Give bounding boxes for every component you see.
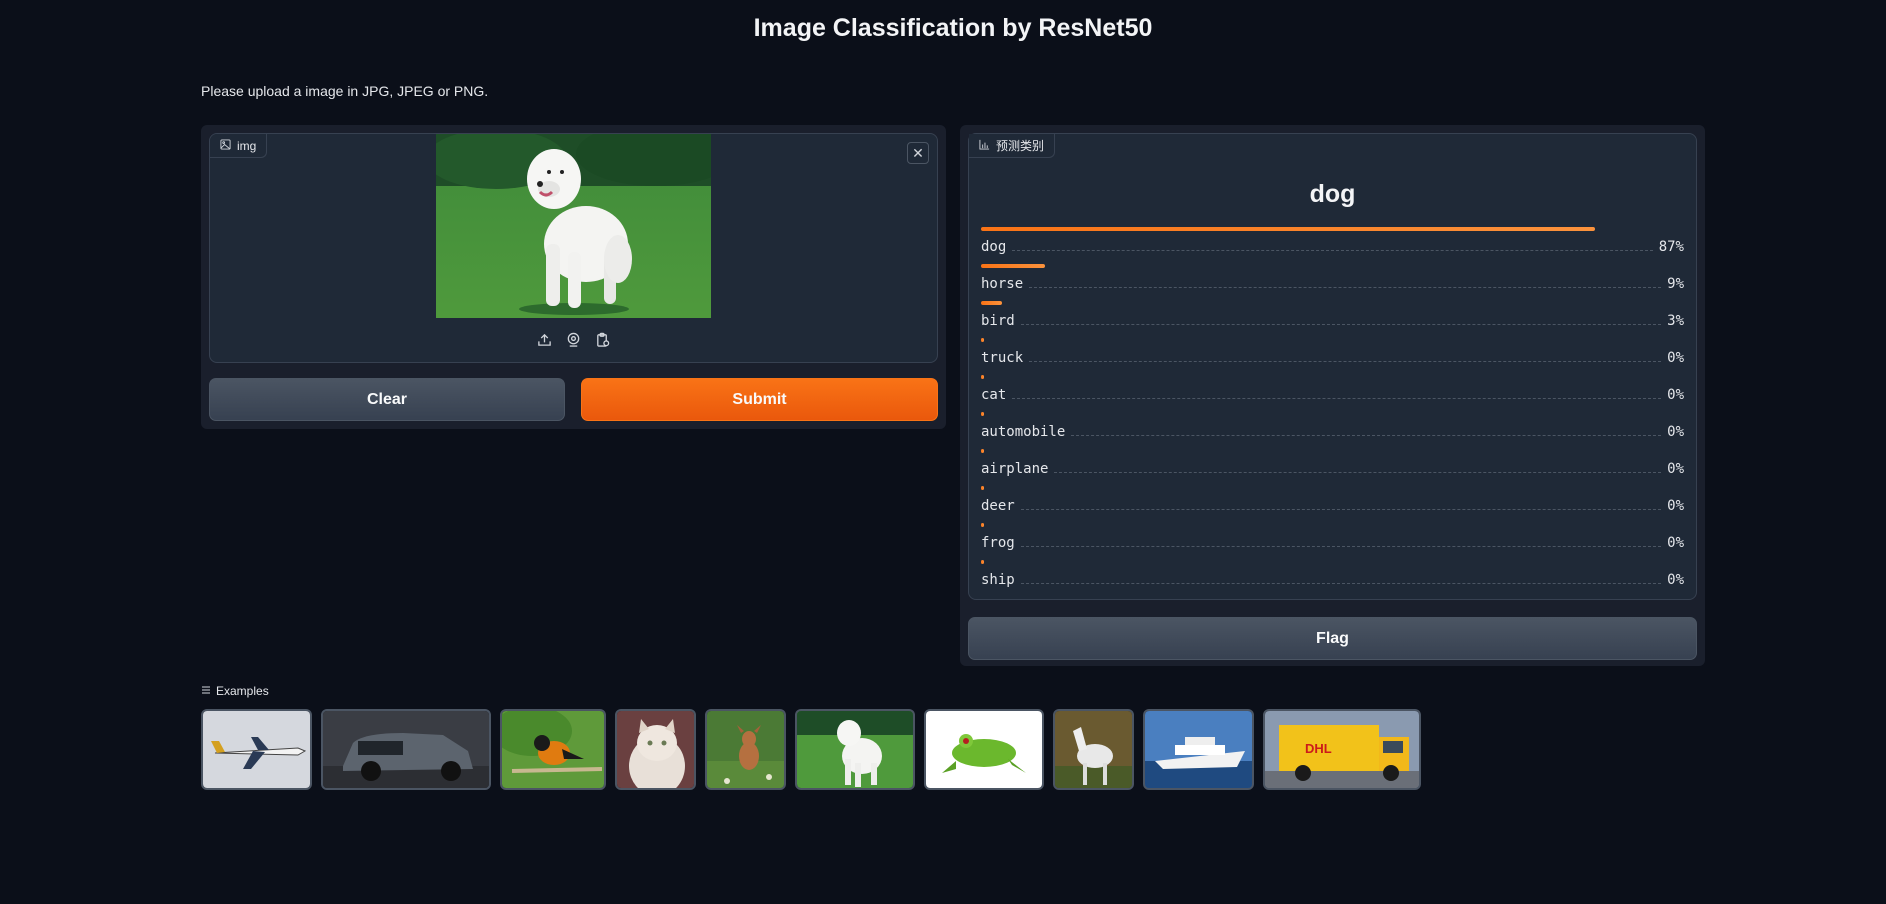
confidence-leader bbox=[1020, 323, 1662, 325]
confidence-leader bbox=[1071, 434, 1662, 436]
flag-button[interactable]: Flag bbox=[968, 617, 1697, 660]
page-title: Image Classification by ResNet50 bbox=[753, 14, 1153, 42]
input-panel: img ✕ Clear Submit bbox=[201, 125, 946, 429]
confidence-value: 0% bbox=[1667, 461, 1684, 477]
confidence-value: 87% bbox=[1658, 239, 1684, 255]
confidence-label: dog bbox=[981, 239, 1007, 255]
confidence-line: deer 0% bbox=[981, 496, 1684, 516]
confidence-bar bbox=[981, 227, 1595, 231]
submit-button[interactable]: Submit bbox=[581, 378, 938, 421]
label-output-label-text: 预测类别 bbox=[996, 139, 1045, 153]
confidence-line: frog 0% bbox=[981, 533, 1684, 553]
example-bird[interactable] bbox=[500, 709, 606, 790]
confidence-label: horse bbox=[981, 276, 1024, 292]
confidence-leader bbox=[1020, 545, 1662, 547]
confidence-row: dog 87% bbox=[981, 227, 1684, 264]
example-frog[interactable] bbox=[924, 709, 1044, 790]
confidence-line: bird 3% bbox=[981, 311, 1684, 331]
confidence-line: automobile 0% bbox=[981, 422, 1684, 442]
example-airplane[interactable] bbox=[201, 709, 312, 790]
image-source-toolbar bbox=[210, 331, 937, 348]
example-horse[interactable] bbox=[1053, 709, 1134, 790]
example-ship[interactable] bbox=[1143, 709, 1254, 790]
upload-icon[interactable] bbox=[536, 331, 553, 348]
image-icon bbox=[220, 138, 231, 153]
confidence-line: horse 9% bbox=[981, 274, 1684, 294]
example-truck[interactable]: DHL bbox=[1263, 709, 1421, 790]
example-automobile[interactable] bbox=[321, 709, 491, 790]
confidence-value: 9% bbox=[1667, 276, 1684, 292]
clipboard-icon[interactable] bbox=[594, 331, 611, 348]
confidence-row: frog 0% bbox=[981, 523, 1684, 560]
webcam-icon[interactable] bbox=[565, 331, 582, 348]
clear-button[interactable]: Clear bbox=[209, 378, 565, 421]
confidence-bar bbox=[981, 412, 984, 416]
image-input-label: img bbox=[210, 134, 268, 158]
confidence-label: frog bbox=[981, 535, 1015, 551]
label-output: 预测类别 dog dog 87% horse 9% bird 3% truck 0% cat 0%… bbox=[968, 133, 1697, 600]
confidence-list: dog 87% horse 9% bird 3% truck 0% cat 0% automobil… bbox=[981, 227, 1684, 597]
confidence-leader bbox=[1012, 249, 1653, 251]
confidence-bar bbox=[981, 264, 1045, 268]
bar-chart-icon bbox=[979, 139, 990, 153]
list-icon bbox=[201, 684, 211, 698]
example-cat[interactable] bbox=[615, 709, 696, 790]
confidence-leader bbox=[1012, 397, 1662, 399]
confidence-bar bbox=[981, 375, 984, 379]
confidence-row: bird 3% bbox=[981, 301, 1684, 338]
confidence-leader bbox=[1054, 471, 1662, 473]
confidence-value: 0% bbox=[1667, 572, 1684, 588]
confidence-bar bbox=[981, 301, 1002, 305]
confidence-leader bbox=[1029, 286, 1662, 288]
confidence-bar bbox=[981, 560, 984, 564]
confidence-row: ship 0% bbox=[981, 560, 1684, 597]
confidence-label: automobile bbox=[981, 424, 1066, 440]
confidence-value: 0% bbox=[1667, 350, 1684, 366]
confidence-bar bbox=[981, 486, 984, 490]
confidence-bar bbox=[981, 449, 984, 453]
confidence-value: 0% bbox=[1667, 387, 1684, 403]
close-icon[interactable]: ✕ bbox=[907, 142, 929, 164]
image-input-label-text: img bbox=[237, 138, 257, 153]
confidence-line: ship 0% bbox=[981, 570, 1684, 590]
confidence-leader bbox=[1020, 582, 1662, 584]
confidence-row: horse 9% bbox=[981, 264, 1684, 301]
confidence-line: dog 87% bbox=[981, 237, 1684, 257]
confidence-leader bbox=[1029, 360, 1662, 362]
examples-header: Examples bbox=[201, 684, 269, 698]
confidence-label: bird bbox=[981, 313, 1015, 329]
confidence-value: 0% bbox=[1667, 424, 1684, 440]
examples-label: Examples bbox=[216, 684, 269, 698]
predicted-label: dog bbox=[1309, 180, 1356, 208]
label-output-label: 预测类别 bbox=[969, 134, 1056, 158]
image-input[interactable]: img ✕ bbox=[209, 133, 938, 363]
confidence-value: 0% bbox=[1667, 535, 1684, 551]
page-description: Please upload a image in JPG, JPEG or PN… bbox=[201, 83, 489, 99]
confidence-leader bbox=[1020, 508, 1662, 510]
confidence-line: truck 0% bbox=[981, 348, 1684, 368]
confidence-label: truck bbox=[981, 350, 1024, 366]
example-dog[interactable] bbox=[795, 709, 915, 790]
confidence-row: deer 0% bbox=[981, 486, 1684, 523]
examples-gallery: DHL bbox=[201, 709, 1421, 790]
uploaded-image bbox=[436, 134, 711, 318]
example-deer[interactable] bbox=[705, 709, 786, 790]
confidence-line: cat 0% bbox=[981, 385, 1684, 405]
svg-text:DHL: DHL bbox=[1305, 741, 1332, 756]
confidence-row: airplane 0% bbox=[981, 449, 1684, 486]
output-panel: 预测类别 dog dog 87% horse 9% bird 3% truck 0% cat 0%… bbox=[960, 125, 1705, 666]
confidence-label: cat bbox=[981, 387, 1007, 403]
confidence-label: airplane bbox=[981, 461, 1049, 477]
confidence-bar bbox=[981, 338, 984, 342]
confidence-row: cat 0% bbox=[981, 375, 1684, 412]
confidence-bar bbox=[981, 523, 984, 527]
confidence-row: automobile 0% bbox=[981, 412, 1684, 449]
confidence-value: 0% bbox=[1667, 498, 1684, 514]
confidence-label: ship bbox=[981, 572, 1015, 588]
confidence-value: 3% bbox=[1667, 313, 1684, 329]
confidence-row: truck 0% bbox=[981, 338, 1684, 375]
confidence-line: airplane 0% bbox=[981, 459, 1684, 479]
confidence-label: deer bbox=[981, 498, 1015, 514]
